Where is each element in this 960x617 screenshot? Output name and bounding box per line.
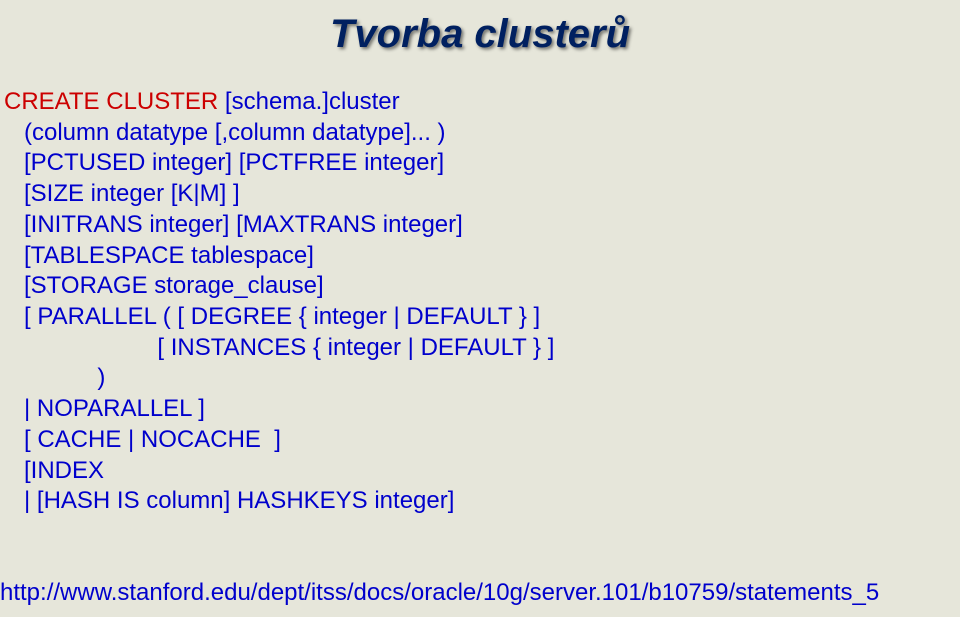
syntax-line-parallel-degree: [ PARALLEL ( [ DEGREE { integer | DEFAUL… (4, 303, 540, 330)
syntax-line-size: [SIZE integer [K|M] ] (4, 180, 240, 207)
code-block: CREATE CLUSTER [schema.]cluster (column … (0, 87, 960, 517)
keyword-create-cluster: CREATE CLUSTER (4, 88, 225, 115)
syntax-line-initrans: [INITRANS integer] [MAXTRANS integer] (4, 211, 463, 238)
syntax-line-cache: [ CACHE | NOCACHE ] (4, 426, 281, 453)
slide-title: Tvorba clusterů (0, 0, 960, 87)
syntax-line-index: [INDEX (4, 457, 104, 484)
syntax-line-paren-close: ) (4, 364, 105, 391)
syntax-line-pctused: [PCTUSED integer] [PCTFREE integer] (4, 149, 444, 176)
syntax-line-parallel-instances: [ INSTANCES { integer | DEFAULT } ] (4, 334, 554, 361)
syntax-line-storage: [STORAGE storage_clause] (4, 272, 324, 299)
reference-url: http://www.stanford.edu/dept/itss/docs/o… (0, 579, 879, 607)
syntax-line-tablespace: [TABLESPACE tablespace] (4, 242, 314, 269)
syntax-line-columns: (column datatype [,column datatype]... ) (4, 119, 446, 146)
syntax-line-hash: | [HASH IS column] HASHKEYS integer] (4, 487, 454, 514)
syntax-line-noparallel: | NOPARALLEL ] (4, 395, 205, 422)
placeholder-schema-cluster: [schema.]cluster (225, 88, 400, 115)
